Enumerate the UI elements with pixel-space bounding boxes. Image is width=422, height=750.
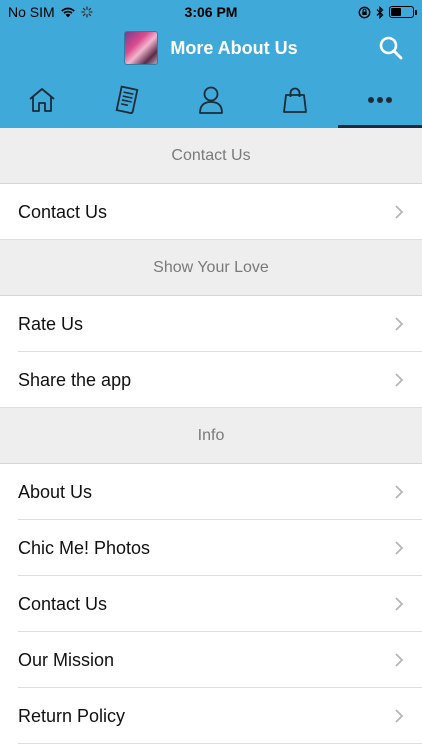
section-header-show-your-love: Show Your Love <box>0 240 422 296</box>
tab-more[interactable] <box>337 72 422 128</box>
status-time: 3:06 PM <box>184 4 238 20</box>
carrier-label: No SIM <box>8 4 55 20</box>
list-item-label: Our Mission <box>18 649 115 670</box>
section-header-contact: Contact Us <box>0 128 422 184</box>
tab-shop[interactable] <box>253 72 337 128</box>
section-header-info: Info <box>0 408 422 464</box>
chevron-right-icon <box>395 485 404 499</box>
section-title: Info <box>197 426 225 444</box>
status-right <box>358 5 417 19</box>
list-item-photos[interactable]: Chic Me! Photos <box>0 520 422 576</box>
list-item-contact-us-info[interactable]: Contact Us <box>0 576 422 632</box>
tab-profile[interactable] <box>169 72 253 128</box>
shopping-bag-icon <box>283 87 308 113</box>
list-item-share-app[interactable]: Share the app <box>0 352 422 408</box>
chevron-right-icon <box>395 653 404 667</box>
status-left: No SIM <box>8 4 93 20</box>
status-bar: No SIM 3:06 PM <box>0 0 422 24</box>
chevron-right-icon <box>395 541 404 555</box>
chevron-right-icon <box>395 373 404 387</box>
wifi-icon <box>60 7 75 18</box>
chevron-right-icon <box>395 317 404 331</box>
list-item-label: Rate Us <box>18 313 84 334</box>
tab-list[interactable] <box>84 72 168 128</box>
search-icon[interactable] <box>378 35 404 61</box>
list-item-label: Return Policy <box>18 705 126 726</box>
document-list-icon <box>115 85 138 114</box>
tab-bar <box>0 72 422 128</box>
person-icon <box>199 86 223 114</box>
tab-home[interactable] <box>0 72 84 128</box>
home-icon <box>29 88 55 112</box>
list-item-label: Share the app <box>18 369 132 390</box>
list-item-label: Contact Us <box>18 593 108 614</box>
battery-fill <box>391 8 402 16</box>
list-item-return-policy[interactable]: Return Policy <box>0 688 422 744</box>
app-header: More About Us <box>0 24 422 72</box>
chevron-right-icon <box>395 597 404 611</box>
section-title: Contact Us <box>171 146 251 164</box>
rotation-lock-icon <box>358 6 371 18</box>
more-list: Contact Us Contact Us Show Your Love Rat… <box>0 128 422 744</box>
list-item-label: About Us <box>18 481 93 502</box>
chevron-right-icon <box>395 205 404 219</box>
list-item-about-us[interactable]: About Us <box>0 464 422 520</box>
activity-spinner-icon <box>81 6 93 18</box>
bluetooth-icon <box>376 5 384 19</box>
section-title: Show Your Love <box>153 258 269 276</box>
list-item-our-mission[interactable]: Our Mission <box>0 632 422 688</box>
page-title: More About Us <box>170 37 298 58</box>
list-item-label: Contact Us <box>18 201 108 222</box>
header-title-group: More About Us <box>124 31 298 65</box>
more-dots-icon <box>367 97 392 103</box>
list-item-label: Chic Me! Photos <box>18 537 151 558</box>
battery-icon <box>389 6 417 18</box>
list-item-rate-us[interactable]: Rate Us <box>0 296 422 352</box>
app-logo <box>124 31 159 65</box>
list-item-contact-us[interactable]: Contact Us <box>0 184 422 240</box>
chevron-right-icon <box>395 709 404 723</box>
